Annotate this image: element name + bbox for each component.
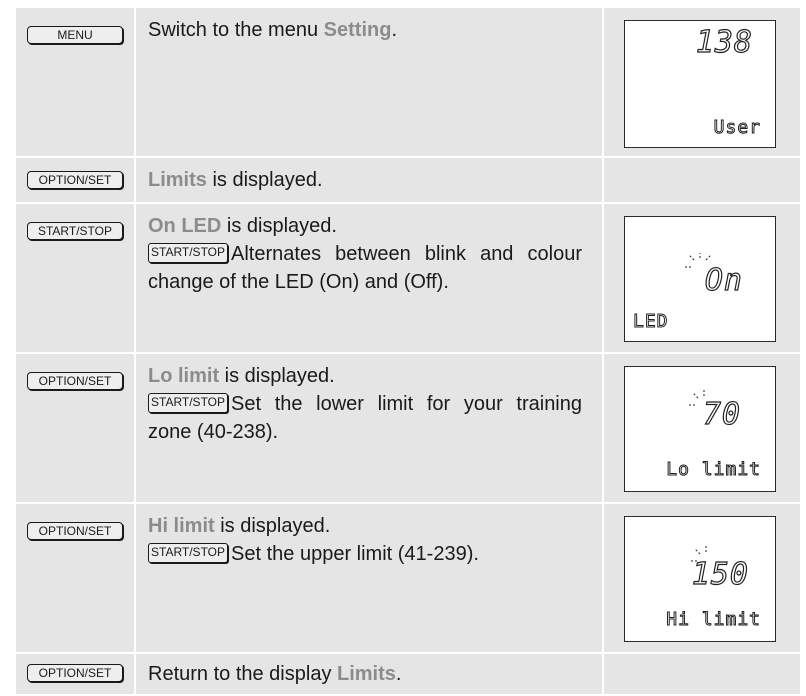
lcd-label: Hi limit bbox=[666, 609, 761, 631]
key-cell: OPTION/SET bbox=[16, 354, 134, 502]
option-set-button[interactable]: OPTION/SET bbox=[27, 372, 123, 390]
option-set-button[interactable]: OPTION/SET bbox=[27, 171, 123, 189]
display-cell-empty bbox=[604, 158, 800, 202]
instruction-cell: Hi limit is displayed. START/STOP Set the… bbox=[136, 504, 602, 652]
instruction-text: Lo limit is displayed. bbox=[148, 365, 335, 387]
display-cell: On LED bbox=[604, 204, 800, 352]
start-stop-inline-button[interactable]: START/STOP bbox=[148, 243, 229, 263]
table-row: OPTION/SET Limits is displayed. bbox=[16, 158, 800, 202]
display-cell: 138 User bbox=[604, 8, 800, 156]
table-row: OPTION/SET Hi limit is displayed. START/… bbox=[16, 504, 800, 652]
menu-button[interactable]: MENU bbox=[27, 26, 123, 44]
start-stop-inline-button[interactable]: START/STOP bbox=[148, 393, 229, 413]
display-cell: 150 Hi limit bbox=[604, 504, 800, 652]
instruction-cell: Lo limit is displayed. START/STOP Set the… bbox=[136, 354, 602, 502]
lcd-digits: 150 bbox=[691, 556, 749, 592]
instruction-text: On LED is displayed. bbox=[148, 215, 337, 237]
instruction-cell: Limits is displayed. bbox=[136, 158, 602, 202]
lcd-screen: 70 Lo limit bbox=[624, 366, 776, 492]
key-cell: MENU bbox=[16, 8, 134, 156]
key-cell: OPTION/SET bbox=[16, 504, 134, 652]
lcd-label: LED bbox=[633, 311, 669, 333]
start-stop-inline-button[interactable]: START/STOP bbox=[148, 543, 229, 563]
lcd-screen: 138 User bbox=[624, 20, 776, 148]
option-set-button[interactable]: OPTION/SET bbox=[27, 522, 123, 540]
display-cell-empty bbox=[604, 654, 800, 694]
option-set-button[interactable]: OPTION/SET bbox=[27, 664, 123, 682]
key-cell: START/STOP bbox=[16, 204, 134, 352]
lcd-digits: 138 bbox=[695, 24, 753, 60]
display-cell: 70 Lo limit bbox=[604, 354, 800, 502]
menu-name: Setting bbox=[323, 19, 392, 41]
lcd-digits: 70 bbox=[702, 396, 741, 432]
lcd-label: User bbox=[713, 117, 761, 139]
lcd-digits: On bbox=[704, 262, 743, 298]
instruction-cell: On LED is displayed. START/STOP Alternate… bbox=[136, 204, 602, 352]
instruction-detail: START/STOP Set the upper limit (41-239). bbox=[148, 540, 582, 568]
key-cell: OPTION/SET bbox=[16, 158, 134, 202]
table-row: START/STOP On LED is displayed. START/ST… bbox=[16, 204, 800, 352]
table-row: MENU Switch to the menu Setting. 138 Use… bbox=[16, 8, 800, 156]
lcd-screen: 150 Hi limit bbox=[624, 516, 776, 642]
table-row: OPTION/SET Lo limit is displayed. START/… bbox=[16, 354, 800, 502]
instruction-text: Switch to the menu Setting. bbox=[148, 19, 397, 41]
instruction-detail: START/STOP Set the lower limit for your t… bbox=[148, 393, 582, 443]
instruction-text: Limits is displayed. bbox=[148, 169, 323, 191]
instruction-text: Hi limit is displayed. bbox=[148, 515, 331, 537]
lcd-label: Lo limit bbox=[666, 459, 761, 481]
instruction-text: Return to the display Limits. bbox=[148, 663, 402, 685]
instruction-cell: Return to the display Limits. bbox=[136, 654, 602, 694]
start-stop-button[interactable]: START/STOP bbox=[27, 222, 123, 240]
instruction-detail: START/STOP Alternates between blink and c… bbox=[148, 243, 582, 293]
key-cell: OPTION/SET bbox=[16, 654, 134, 694]
instruction-cell: Switch to the menu Setting. bbox=[136, 8, 602, 156]
table-row: OPTION/SET Return to the display Limits. bbox=[16, 654, 800, 694]
lcd-screen: On LED bbox=[624, 216, 776, 342]
